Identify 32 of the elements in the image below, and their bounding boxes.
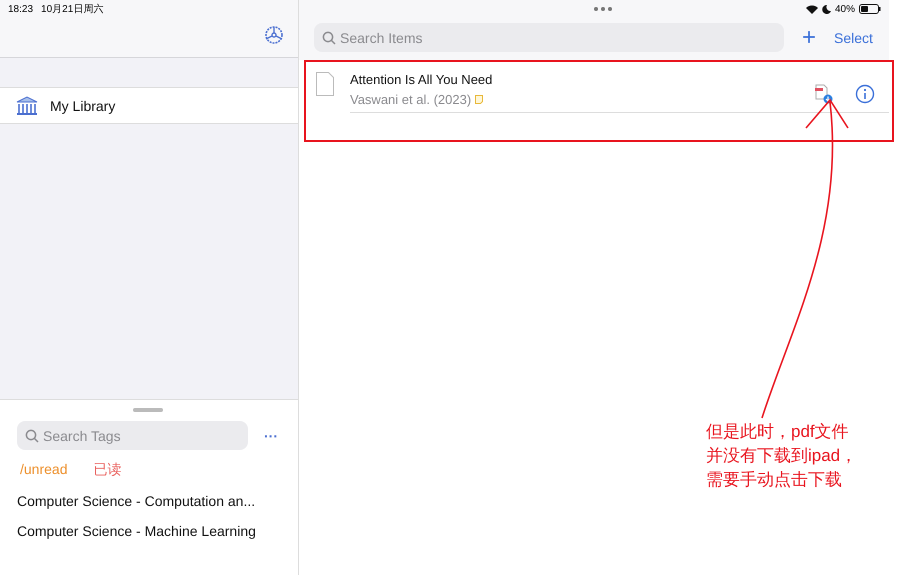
annotation-text: 需要手动点击下载 [706, 469, 843, 491]
status-time: 18:23 [8, 4, 34, 14]
search-icon [25, 429, 39, 443]
more-button[interactable]: ··· [264, 428, 278, 444]
annotation-text: 但是此时，pdf文件 [706, 421, 850, 443]
search-icon [322, 31, 336, 45]
tag-item[interactable]: Computer Science - Machine Learning [17, 523, 278, 539]
library-building-icon [16, 96, 38, 116]
multitasking-dots-icon[interactable] [594, 7, 612, 11]
info-icon[interactable] [855, 84, 875, 104]
tag-item[interactable]: Computer Science - Computation an... [17, 493, 278, 509]
colored-tag[interactable]: /unread [20, 461, 68, 479]
battery-icon [859, 4, 881, 14]
add-button[interactable]: + [798, 26, 820, 50]
note-icon [475, 95, 484, 104]
tag-search-field[interactable]: Search Tags [17, 421, 248, 450]
colored-tag[interactable]: 已读 [93, 461, 122, 479]
library-item[interactable]: My Library [0, 87, 298, 124]
item-search-field[interactable]: Search Items [314, 23, 784, 52]
wifi-icon [806, 4, 818, 14]
moon-icon [822, 4, 831, 14]
drag-handle[interactable] [132, 408, 162, 412]
item-authors: Vaswani et al. (2023) [350, 92, 472, 107]
library-label: My Library [50, 98, 116, 114]
annotation-text: 并没有下载到ipad， [706, 445, 858, 467]
select-button[interactable]: Select [834, 30, 873, 46]
status-date: 10月21日周六 [41, 2, 104, 16]
battery-percent: 40% [834, 4, 855, 14]
pdf-download-icon[interactable] [815, 84, 833, 104]
settings-icon[interactable] [264, 24, 284, 44]
document-icon [316, 72, 334, 96]
item-title[interactable]: Attention Is All You Need [350, 72, 815, 87]
